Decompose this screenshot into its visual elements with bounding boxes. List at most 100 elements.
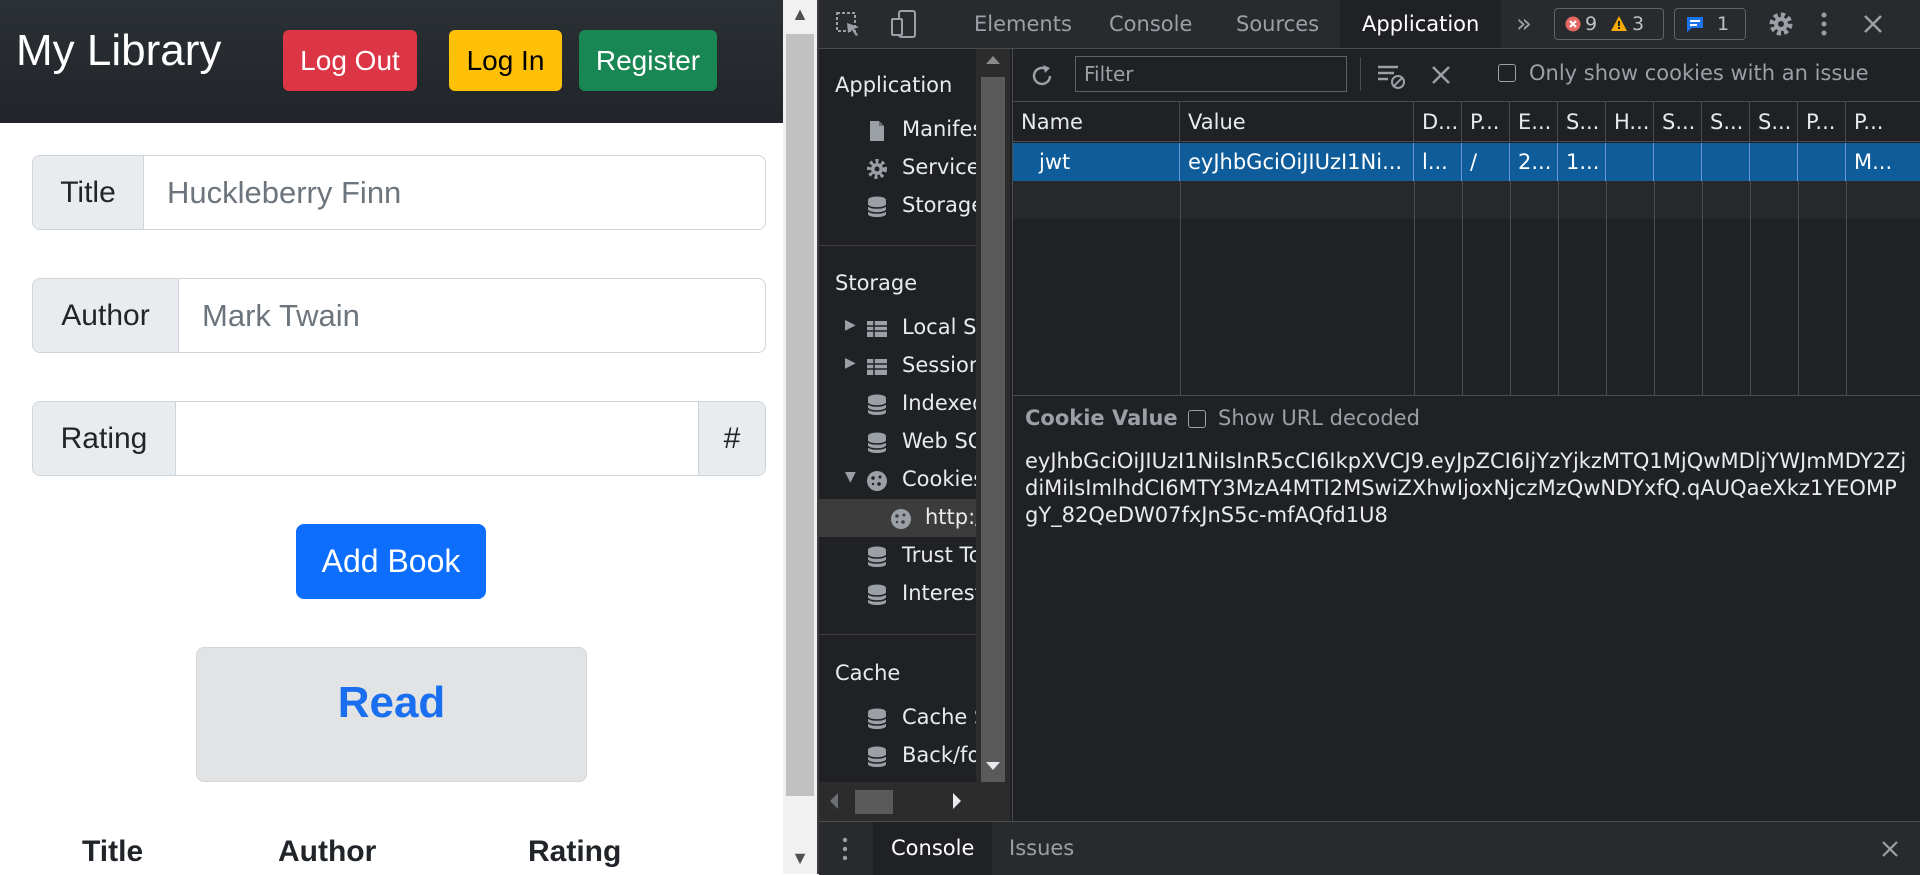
sidebar-item-service-workers[interactable]: Service Workers [819, 149, 976, 187]
column-divider [1654, 181, 1655, 396]
cookie-priority-cell[interactable]: M... [1846, 143, 1920, 181]
clear-filtered-cookies-icon[interactable] [1376, 63, 1406, 89]
column-header-size[interactable]: S... [1558, 102, 1606, 142]
column-header-name[interactable]: Name [1013, 102, 1180, 142]
drawer-tab-console[interactable]: Console [873, 822, 993, 875]
cookie-secure-cell[interactable] [1654, 143, 1702, 181]
inspect-element-icon[interactable] [835, 11, 863, 39]
logout-button[interactable]: Log Out [283, 30, 417, 91]
column-divider [1750, 181, 1751, 396]
sidebar-item-manifest[interactable]: Manifest [819, 111, 976, 149]
sidebar-vertical-scrollbar[interactable] [976, 49, 1010, 821]
device-toolbar-icon[interactable] [890, 9, 918, 39]
column-header-value[interactable]: Value [1180, 102, 1414, 142]
cookie-httponly-cell[interactable] [1606, 143, 1654, 181]
rating-input[interactable] [175, 402, 697, 475]
register-button[interactable]: Register [579, 30, 717, 91]
scroll-up-arrow-icon[interactable] [985, 55, 1001, 65]
close-devtools-icon[interactable] [1863, 14, 1883, 34]
sidebar-item-local-storage[interactable]: ▶ Local Storage [819, 309, 976, 347]
sidebar-item-cookies[interactable]: ▼ Cookies [819, 461, 976, 499]
expand-arrow-icon[interactable]: ▶ [845, 317, 856, 333]
customize-menu-icon[interactable] [1819, 11, 1829, 37]
clear-all-cookies-icon[interactable] [1431, 65, 1451, 85]
devtools-toolbar: Elements Console Sources Application » 9… [819, 0, 1920, 49]
column-header-partition-key[interactable]: P... [1798, 102, 1846, 142]
cookie-domain-cell[interactable]: l... [1414, 143, 1462, 181]
tab-application[interactable]: Application [1340, 0, 1502, 48]
close-drawer-icon[interactable] [1881, 840, 1899, 858]
expand-arrow-icon[interactable]: ▶ [845, 355, 856, 371]
sidebar-horizontal-scrollbar[interactable] [819, 782, 1010, 821]
column-header-samesite[interactable]: S... [1702, 102, 1750, 142]
tab-sources[interactable]: Sources [1236, 0, 1319, 48]
sidebar-item-label: Storage [902, 193, 976, 217]
sidebar-item-label: Trust Tokens [902, 543, 976, 567]
sidebar-item-web-sql[interactable]: Web SQL [819, 423, 976, 461]
cookie-sameparty-cell[interactable] [1750, 143, 1798, 181]
title-input[interactable] [143, 156, 763, 229]
errors-warnings-badge[interactable]: 9 3 [1554, 8, 1664, 40]
column-header-secure[interactable]: S... [1654, 102, 1702, 142]
author-input[interactable] [178, 279, 763, 352]
database-icon [867, 546, 887, 567]
tab-console[interactable]: Console [1109, 0, 1192, 48]
page-scrollbar[interactable]: ▲ ▼ [783, 0, 817, 874]
scroll-down-arrow-icon[interactable]: ▼ [783, 848, 817, 869]
page-scrollbar-thumb[interactable] [786, 34, 814, 796]
error-icon [1565, 16, 1581, 32]
more-tabs-icon[interactable]: » [1516, 0, 1532, 48]
sidebar-item-cookie-origin[interactable]: http:// [819, 499, 976, 537]
column-header-httponly[interactable]: H... [1606, 102, 1654, 142]
messages-badge[interactable]: 1 [1674, 8, 1746, 40]
drawer-menu-icon[interactable] [841, 836, 849, 862]
database-icon [867, 746, 887, 767]
url-decode-checkbox[interactable] [1188, 410, 1206, 428]
issue-filter-checkbox[interactable] [1498, 64, 1516, 82]
scroll-down-arrow-icon[interactable] [985, 761, 1001, 771]
cookie-size-cell[interactable]: 1... [1558, 143, 1606, 181]
cookie-value-cell[interactable]: eyJhbGciOiJIUzI1Ni... [1180, 143, 1414, 181]
sidebar-item-indexeddb[interactable]: IndexedDB [819, 385, 976, 423]
scroll-right-arrow-icon[interactable] [952, 792, 962, 810]
cookie-partition-cell[interactable] [1798, 143, 1846, 181]
sidebar-item-back-forward-cache[interactable]: Back/forward cache [819, 737, 976, 775]
sidebar-item-interest-groups[interactable]: Interest Groups [819, 575, 976, 613]
sidebar-item-label: Service Workers [902, 155, 976, 179]
sidebar-item-trust-tokens[interactable]: Trust Tokens [819, 537, 976, 575]
cookie-path-cell[interactable]: / [1462, 143, 1510, 181]
refresh-icon[interactable] [1029, 63, 1055, 89]
navbar: My Library Log Out Log In Register [0, 0, 783, 123]
column-header-path[interactable]: P... [1462, 102, 1510, 142]
column-header-priority[interactable]: P... [1846, 102, 1920, 142]
sidebar-scrollbar-thumb[interactable] [981, 77, 1005, 807]
cookie-value-text[interactable]: eyJhbGciOiJIUzI1NiIsInR5cCI6IkpXVCJ9.eyJ… [1025, 448, 1910, 529]
login-button[interactable]: Log In [449, 30, 562, 91]
cookie-filter-input[interactable] [1075, 56, 1347, 92]
cookie-samesite-cell[interactable] [1702, 143, 1750, 181]
tab-elements[interactable]: Elements [974, 0, 1072, 48]
scroll-left-arrow-icon[interactable] [829, 792, 839, 810]
cookie-expires-cell[interactable]: 2... [1510, 143, 1558, 181]
cookie-name-cell[interactable]: jwt [1013, 143, 1180, 181]
collapse-arrow-icon[interactable]: ▼ [845, 469, 856, 485]
drawer-tab-issues[interactable]: Issues [1009, 822, 1074, 875]
column-header-domain[interactable]: D... [1414, 102, 1462, 142]
sidebar-item-label: Cache Storage [902, 705, 976, 729]
sidebar-item-label: Session Storage [902, 353, 976, 377]
database-icon [867, 432, 887, 453]
sidebar-item-cache-storage[interactable]: Cache Storage [819, 699, 976, 737]
sidebar-item-session-storage[interactable]: ▶ Session Storage [819, 347, 976, 385]
sidebar-section-application: Application [835, 73, 953, 97]
table-bottom-border[interactable] [1013, 395, 1920, 396]
brand-title[interactable]: My Library [16, 26, 221, 76]
sidebar-hscrollbar-thumb[interactable] [855, 790, 893, 814]
scroll-up-arrow-icon[interactable]: ▲ [783, 4, 817, 25]
column-header-expires[interactable]: E... [1510, 102, 1558, 142]
devtools-panel: Elements Console Sources Application » 9… [819, 0, 1920, 875]
column-header-sameparty[interactable]: S... [1750, 102, 1798, 142]
cookie-icon [867, 471, 887, 491]
sidebar-item-storage[interactable]: Storage [819, 187, 976, 225]
add-book-button[interactable]: Add Book [296, 524, 486, 599]
settings-gear-icon[interactable] [1767, 10, 1795, 38]
